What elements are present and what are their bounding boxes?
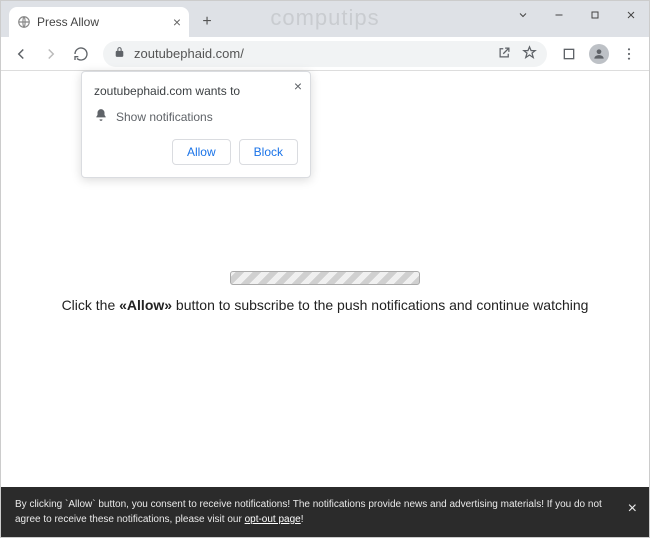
close-window-button[interactable] [613, 1, 649, 29]
omnibox-actions [497, 45, 537, 63]
consent-suffix: ! [301, 514, 304, 525]
tab-title: Press Allow [37, 15, 99, 29]
forward-button[interactable] [37, 40, 65, 68]
consent-bar: × By clicking `Allow` button, you consen… [1, 487, 649, 537]
close-icon[interactable]: × [294, 78, 302, 94]
url-text: zoutubephaid.com/ [134, 46, 244, 61]
titlebar: computips Press Allow × + [1, 1, 649, 37]
minimize-button[interactable] [541, 1, 577, 29]
page-center: Click the «Allow» button to subscribe to… [1, 271, 649, 313]
bell-icon [94, 108, 108, 125]
menu-dots-icon[interactable] [615, 40, 643, 68]
permission-origin: zoutubephaid.com wants to [94, 84, 298, 98]
bookmark-star-icon[interactable] [522, 45, 537, 63]
browser-tab[interactable]: Press Allow × [9, 7, 189, 37]
window-controls [505, 1, 649, 29]
lock-icon [113, 46, 126, 62]
close-icon[interactable]: × [173, 14, 181, 30]
address-bar[interactable]: zoutubephaid.com/ [103, 41, 547, 67]
consent-text: By clicking `Allow` button, you consent … [15, 499, 602, 525]
allow-button[interactable]: Allow [172, 139, 231, 165]
toolbar: zoutubephaid.com/ [1, 37, 649, 71]
reload-button[interactable] [67, 40, 95, 68]
page-content: × zoutubephaid.com wants to Show notific… [1, 71, 649, 537]
globe-icon [17, 15, 31, 29]
block-button[interactable]: Block [239, 139, 298, 165]
back-button[interactable] [7, 40, 35, 68]
permission-dialog: × zoutubephaid.com wants to Show notific… [81, 71, 311, 178]
watermark: computips [270, 5, 379, 31]
instruction-suffix: button to subscribe to the push notifica… [172, 297, 588, 313]
extensions-icon[interactable] [555, 40, 583, 68]
share-icon[interactable] [497, 45, 512, 63]
close-icon[interactable]: × [628, 497, 637, 521]
maximize-button[interactable] [577, 1, 613, 29]
opt-out-link[interactable]: opt-out page [245, 514, 301, 525]
instruction-bold: «Allow» [119, 297, 172, 313]
profile-avatar[interactable] [585, 40, 613, 68]
chevron-down-icon[interactable] [505, 1, 541, 29]
permission-row: Show notifications [94, 108, 298, 125]
loading-bar [230, 271, 420, 285]
instruction-text: Click the «Allow» button to subscribe to… [1, 297, 649, 313]
new-tab-button[interactable]: + [195, 10, 219, 34]
permission-label: Show notifications [116, 110, 213, 124]
instruction-prefix: Click the [62, 297, 120, 313]
